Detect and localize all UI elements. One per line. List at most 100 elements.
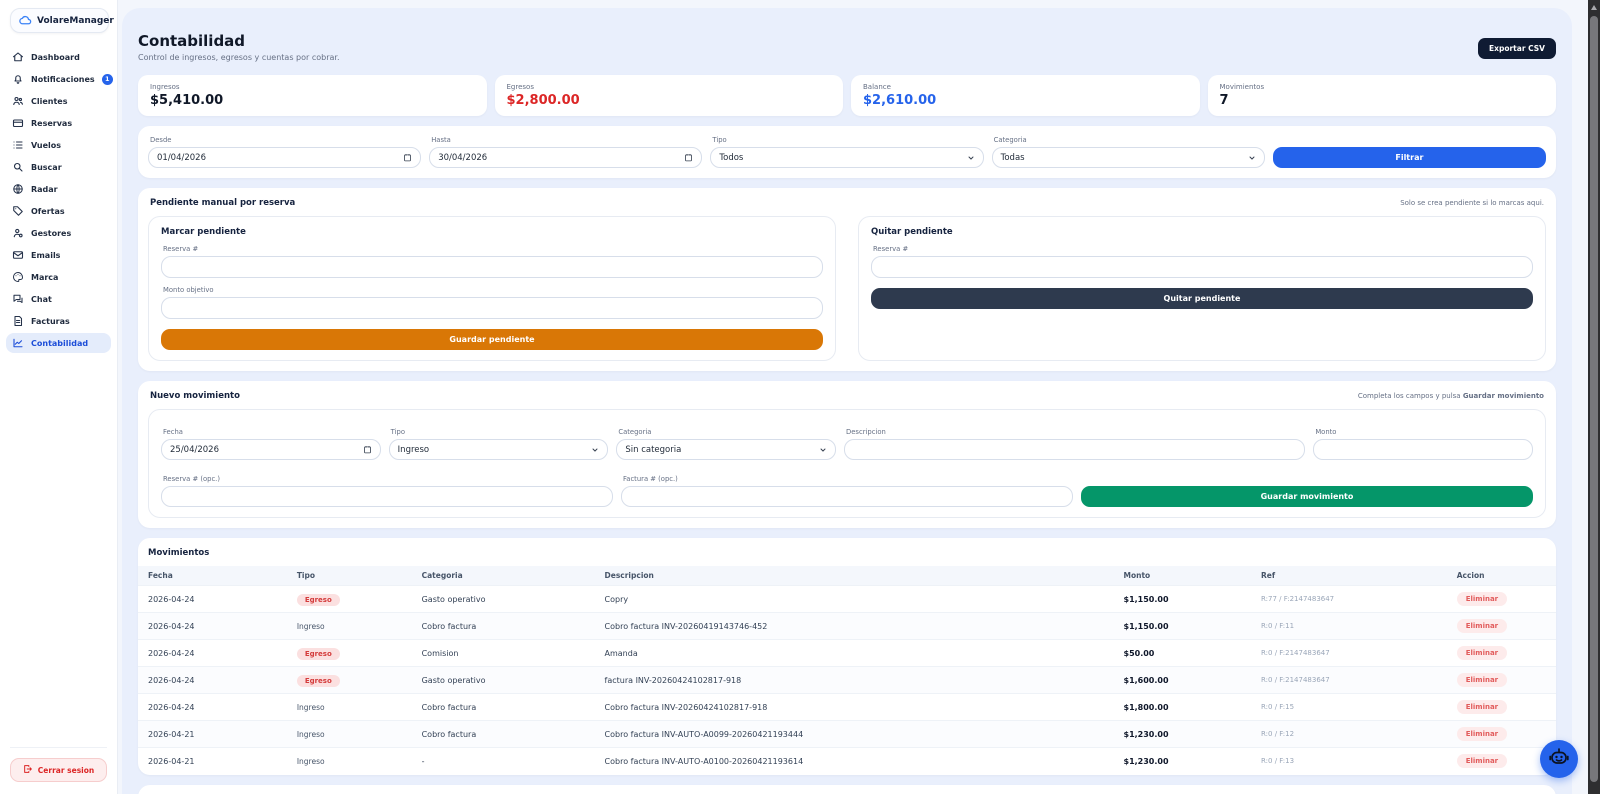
sidebar-item-marca[interactable]: Marca: [6, 267, 111, 287]
cell-tipo: Egreso: [296, 585, 422, 613]
scrollbar-thumb[interactable]: [1590, 16, 1598, 782]
sidebar-item-chat[interactable]: Chat: [6, 289, 111, 309]
nm-reserva-input[interactable]: [161, 486, 613, 507]
mark-monto-input[interactable]: [161, 297, 823, 319]
logout-button[interactable]: Cerrar sesion: [10, 758, 107, 782]
cell-descripcion: Copry: [604, 585, 1124, 613]
sidebar: VolareManager Dashboard Notificaciones 1 Cl…: [0, 0, 118, 794]
tipo-select[interactable]: Todos: [710, 147, 984, 168]
nm-fecha-input[interactable]: 25/04/2026: [161, 439, 381, 460]
guardar-pendiente-button[interactable]: Guardar pendiente: [161, 329, 823, 350]
new-movement-note: Completa los campos y pulsa Guardar movi…: [1357, 392, 1544, 400]
sidebar-item-facturas[interactable]: Facturas: [6, 311, 111, 331]
cell-descripcion: Cobro factura INV-AUTO-A0099-20260421193…: [604, 720, 1124, 748]
calendar-icon: [684, 153, 693, 162]
sidebar-item-radar[interactable]: Radar: [6, 179, 111, 199]
sidebar-item-label: Clientes: [31, 96, 68, 106]
chevron-down-icon: [591, 446, 599, 454]
palette-icon: [12, 271, 24, 283]
stat-card-balance: Balance $2,610.00: [851, 75, 1200, 116]
chart-icon: [12, 337, 24, 349]
sidebar-item-vuelos[interactable]: Vuelos: [6, 135, 111, 155]
column-header: Monto: [1123, 566, 1262, 586]
hasta-date-input[interactable]: 30/04/2026: [429, 147, 703, 168]
notification-badge: 1: [101, 73, 113, 85]
cell-tipo: Ingreso: [296, 720, 422, 748]
sidebar-item-notificaciones[interactable]: Notificaciones 1: [6, 69, 113, 89]
cell-fecha: 2026-04-24: [138, 612, 297, 640]
sidebar-item-reservas[interactable]: Reservas: [6, 113, 111, 133]
stat-value: $5,410.00: [150, 93, 224, 108]
nm-categoria-field: Categoria Sin categoria: [616, 428, 837, 460]
cell-monto: $1,230.00: [1123, 747, 1262, 775]
desde-date-input[interactable]: 01/04/2026: [148, 147, 422, 168]
nm-monto-field: Monto: [1313, 428, 1533, 460]
cell-monto: $1,150.00: [1123, 585, 1262, 613]
sidebar-item-buscar[interactable]: Buscar: [6, 157, 111, 177]
nm-monto-input[interactable]: [1313, 439, 1533, 460]
logout-icon: [23, 764, 33, 776]
bell-icon: [12, 73, 24, 85]
cell-categoria: Cobro factura: [421, 693, 605, 721]
cell-ref: R:0 / F:11: [1261, 612, 1457, 640]
cell-descripcion: Cobro factura INV-AUTO-A0100-20260421193…: [604, 747, 1124, 775]
users-icon: [12, 95, 24, 107]
sidebar-item-clientes[interactable]: Clientes: [6, 91, 111, 111]
movement-row: 2026-04-24 Egreso Comision Amanda $50.00 R:0 …: [138, 639, 1556, 667]
chevron-down-icon: [819, 446, 827, 454]
eliminar-button[interactable]: Eliminar: [1456, 619, 1508, 633]
sidebar-item-dashboard[interactable]: Dashboard: [6, 47, 111, 67]
nm-descripcion-input[interactable]: [844, 439, 1306, 460]
filter-hasta: Hasta 30/04/2026: [429, 136, 703, 168]
eliminar-button[interactable]: Eliminar: [1456, 700, 1508, 714]
sidebar-item-label: Marca: [31, 272, 59, 282]
cell-categoria: Gasto operativo: [421, 666, 605, 694]
nm-factura-input[interactable]: [621, 486, 1073, 507]
eliminar-button[interactable]: Eliminar: [1456, 673, 1508, 687]
sidebar-item-label: Radar: [31, 184, 58, 194]
sidebar-item-gestores[interactable]: Gestores: [6, 223, 111, 243]
eliminar-button[interactable]: Eliminar: [1456, 754, 1508, 769]
filter-submit: Filtrar: [1272, 136, 1546, 168]
cell-descripcion: Cobro factura INV-20260424102817-918: [604, 693, 1124, 721]
calendar-icon: [403, 153, 412, 162]
nm-reserva-field: Reserva # (opc.): [161, 467, 613, 507]
receivables-title: Cuentas por cobrar (reservas): [138, 785, 1556, 794]
guardar-movimiento-button[interactable]: Guardar movimiento: [1081, 486, 1533, 507]
sidebar-item-emails[interactable]: Emails: [6, 245, 111, 265]
cell-tipo: Egreso: [296, 639, 422, 667]
eliminar-button[interactable]: Eliminar: [1456, 646, 1508, 660]
quitar-pendiente-button[interactable]: Quitar pendiente: [871, 288, 1533, 309]
sidebar-item-contabilidad[interactable]: Contabilidad: [6, 333, 111, 353]
scrollbar-up-arrow[interactable]: [1591, 5, 1597, 10]
stat-label: Egresos: [506, 83, 534, 91]
cell-categoria: Cobro factura: [421, 612, 605, 640]
nm-categoria-select[interactable]: Sin categoria: [616, 439, 837, 460]
cell-tipo: Ingreso: [296, 612, 422, 640]
nm-tipo-select[interactable]: Ingreso: [388, 439, 609, 460]
filter-desde: Desde 01/04/2026: [148, 136, 422, 168]
pending-title: Pendiente manual por reserva: [150, 198, 296, 208]
app-root: VolareManager Dashboard Notificaciones 1 Cl…: [0, 0, 1588, 794]
app-logo[interactable]: VolareManager: [10, 8, 114, 33]
eliminar-button[interactable]: Eliminar: [1456, 592, 1508, 606]
sidebar-item-label: Dashboard: [31, 52, 80, 62]
mark-reserva-input[interactable]: [161, 256, 823, 278]
sidebar-item-label: Notificaciones: [31, 74, 95, 84]
cell-accion: Eliminar: [1456, 612, 1556, 640]
sidebar-item-ofertas[interactable]: Ofertas: [6, 201, 111, 221]
scrollbar[interactable]: [1588, 0, 1600, 794]
categoria-select[interactable]: Todas: [991, 147, 1265, 168]
filters-card: Desde 01/04/2026 Hasta 30/04/2026 Tipo T…: [138, 126, 1556, 178]
pending-card: Pendiente manual por reserva Solo se cre…: [138, 188, 1556, 371]
stat-label: Balance: [863, 83, 891, 91]
remove-reserva-input[interactable]: [871, 256, 1533, 278]
sidebar-item-label: Vuelos: [31, 140, 62, 150]
chat-bot-button[interactable]: [1540, 740, 1578, 778]
filtrar-button[interactable]: Filtrar: [1272, 147, 1546, 168]
export-csv-button[interactable]: Exportar CSV: [1478, 38, 1556, 59]
movements-title: Movimientos: [148, 548, 210, 558]
sidebar-footer: Cerrar sesion: [0, 739, 117, 794]
egreso-badge: Egreso: [296, 647, 340, 660]
eliminar-button[interactable]: Eliminar: [1456, 727, 1508, 741]
